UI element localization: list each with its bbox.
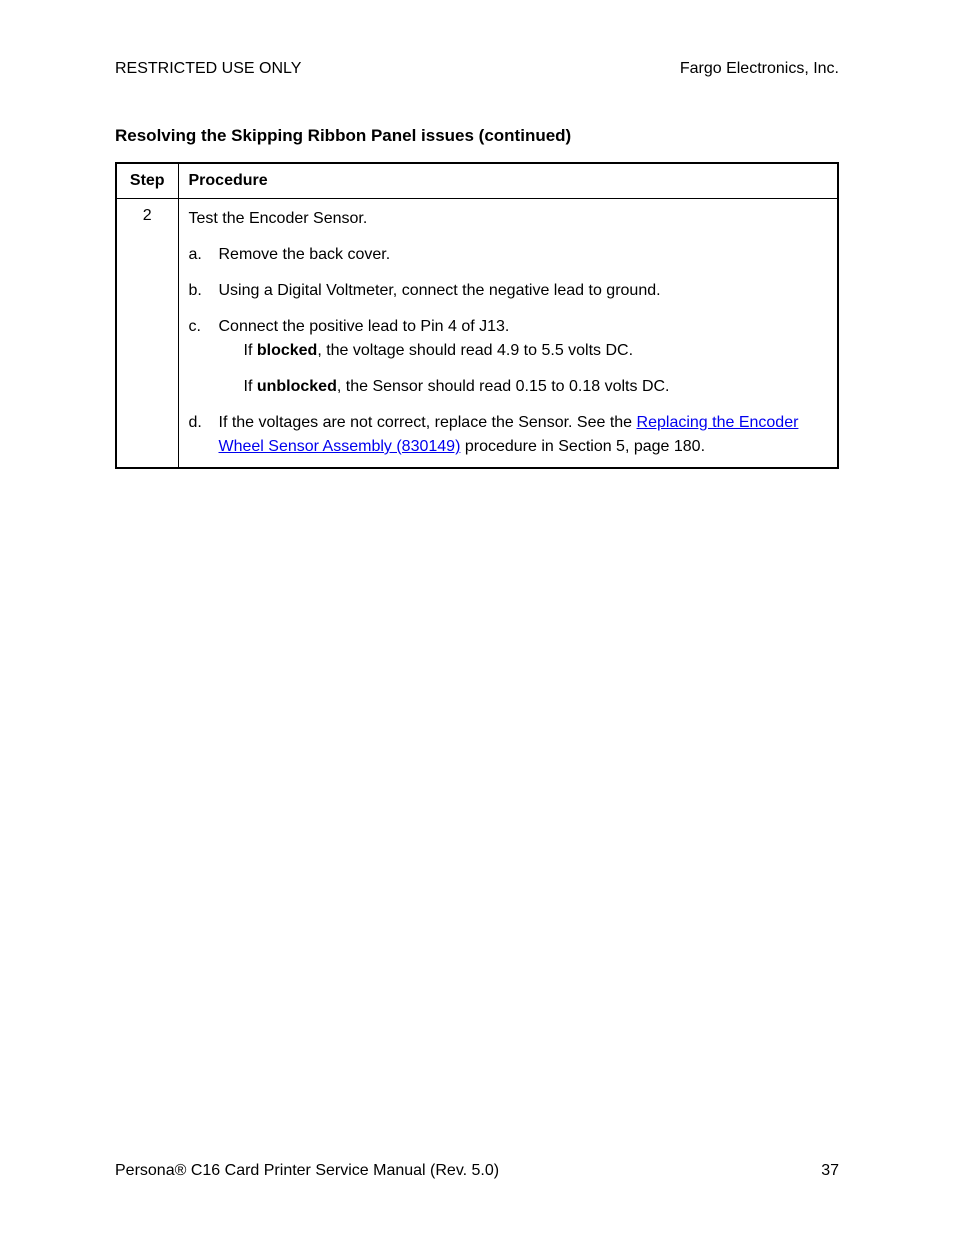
sub-bold: unblocked: [257, 378, 337, 395]
sub-post: , the voltage should read 4.9 to 5.5 vol…: [317, 342, 633, 359]
list-item: a. Remove the back cover.: [189, 243, 828, 267]
section-title: Resolving the Skipping Ribbon Panel issu…: [115, 126, 839, 146]
list-body: Using a Digital Voltmeter, connect the n…: [219, 279, 828, 303]
col-procedure-header: Procedure: [178, 163, 838, 199]
procedure-intro: Test the Encoder Sensor.: [189, 207, 828, 231]
procedure-table: Step Procedure 2 Test the Encoder Sensor…: [115, 162, 839, 469]
footer-brand: Persona: [115, 1162, 175, 1179]
list-marker: b.: [189, 279, 219, 303]
step-number-cell: 2: [116, 199, 178, 469]
procedure-list-continued: d. If the voltages are not correct, repl…: [189, 411, 828, 459]
sub-item: If unblocked, the Sensor should read 0.1…: [189, 375, 828, 399]
list-item: b. Using a Digital Voltmeter, connect th…: [189, 279, 828, 303]
d-post: procedure in Section 5, page 180.: [460, 438, 705, 455]
list-item: d. If the voltages are not correct, repl…: [189, 411, 828, 459]
sub-pre: If: [244, 342, 257, 359]
list-marker: d.: [189, 411, 219, 459]
footer-manual-title: C16 Card Printer Service Manual (Rev. 5.…: [186, 1162, 499, 1179]
list-item: c. Connect the positive lead to Pin 4 of…: [189, 315, 828, 339]
header-right: Fargo Electronics, Inc.: [680, 60, 839, 78]
sub-item: If blocked, the voltage should read 4.9 …: [189, 339, 828, 363]
sub-bold: blocked: [257, 342, 317, 359]
list-body: Remove the back cover.: [219, 243, 828, 267]
col-step-header: Step: [116, 163, 178, 199]
table-row: 2 Test the Encoder Sensor. a. Remove the…: [116, 199, 838, 469]
sub-post: , the Sensor should read 0.15 to 0.18 vo…: [337, 378, 670, 395]
page-footer: Persona® C16 Card Printer Service Manual…: [115, 1162, 839, 1180]
sub-pre: If: [244, 378, 257, 395]
list-marker: c.: [189, 315, 219, 339]
page-header: RESTRICTED USE ONLY Fargo Electronics, I…: [115, 60, 839, 78]
table-header-row: Step Procedure: [116, 163, 838, 199]
registered-symbol: ®: [175, 1162, 187, 1179]
procedure-cell: Test the Encoder Sensor. a. Remove the b…: [178, 199, 838, 469]
list-body: Connect the positive lead to Pin 4 of J1…: [219, 315, 828, 339]
header-left: RESTRICTED USE ONLY: [115, 60, 301, 78]
procedure-list: a. Remove the back cover. b. Using a Dig…: [189, 243, 828, 339]
footer-left: Persona® C16 Card Printer Service Manual…: [115, 1162, 499, 1180]
list-body: If the voltages are not correct, replace…: [219, 411, 828, 459]
page-number: 37: [821, 1162, 839, 1180]
list-marker: a.: [189, 243, 219, 267]
d-pre: If the voltages are not correct, replace…: [219, 414, 637, 431]
